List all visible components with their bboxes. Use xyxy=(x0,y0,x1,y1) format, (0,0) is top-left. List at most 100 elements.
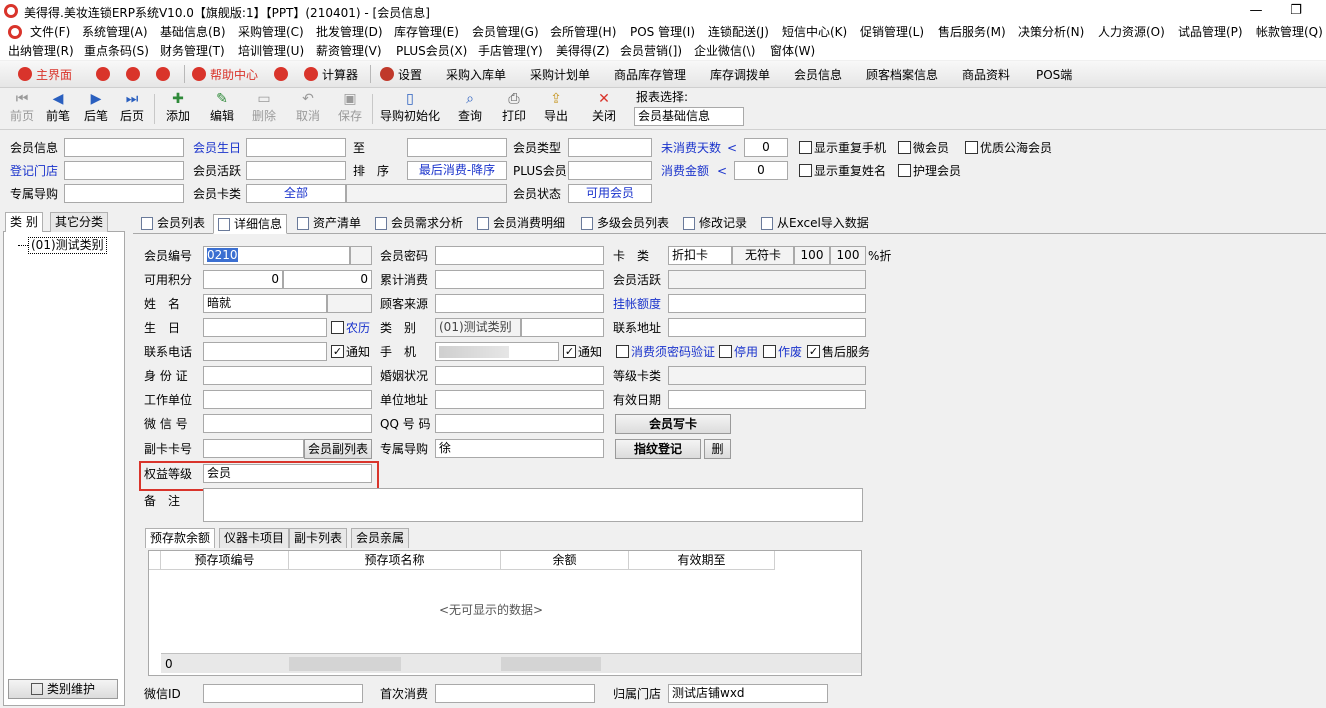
menu-marketing[interactable]: 会员营销(]) xyxy=(620,42,682,60)
qq-input[interactable] xyxy=(435,414,604,433)
guide-detail-select[interactable]: 徐 xyxy=(435,439,604,458)
menu-promotion[interactable]: 促销管理(L) xyxy=(860,23,924,41)
tab-assets[interactable]: 资产清单 xyxy=(293,214,365,234)
show-dup-name-checkbox[interactable] xyxy=(799,164,812,177)
menu-distribution[interactable]: 连锁配送(J) xyxy=(708,23,769,41)
quality-member-checkbox[interactable] xyxy=(965,141,978,154)
tab-multi-level[interactable]: 多级会员列表 xyxy=(577,214,673,234)
export-button[interactable]: ⇪ 导出 xyxy=(536,90,576,128)
tab-member-list[interactable]: 会员列表 xyxy=(137,214,209,234)
menu-club[interactable]: 会所管理(H) xyxy=(550,23,616,41)
edit-button[interactable]: ✎ 编辑 xyxy=(202,90,242,128)
tab-demand-analysis[interactable]: 会员需求分析 xyxy=(371,214,467,234)
category-maintain-button[interactable]: 类别维护 xyxy=(8,679,118,699)
next-record-button[interactable]: ▶ 后笔 xyxy=(76,90,116,128)
home-house-button[interactable] xyxy=(274,65,292,85)
menu-trial[interactable]: 试品管理(P) xyxy=(1178,23,1243,41)
sub-card-list-button[interactable]: 会员副列表 xyxy=(304,439,372,459)
calculator-button[interactable]: 计算器 xyxy=(304,65,358,85)
mobile-input[interactable] xyxy=(435,342,559,361)
menu-accounts[interactable]: 帐款管理(Q) xyxy=(1256,23,1323,41)
member-no-input[interactable]: 0210 xyxy=(203,246,350,265)
first-page-button[interactable]: ⏮ 前页 xyxy=(2,90,42,128)
card-type-select[interactable]: 全部 xyxy=(246,184,346,203)
disabled-checkbox[interactable] xyxy=(719,345,732,358)
link-member-info[interactable]: 会员信息 xyxy=(794,65,842,85)
tab-excel-import[interactable]: 从Excel导入数据 xyxy=(757,214,873,234)
close-button[interactable]: ✕ 关闭 xyxy=(584,90,624,128)
menu-cashier[interactable]: 出纳管理(R) xyxy=(8,42,74,60)
mobile-notify-checkbox[interactable]: ✓ xyxy=(563,345,576,358)
restore-button[interactable]: ❐ xyxy=(1286,2,1306,20)
print-button[interactable]: ⎙ 打印 xyxy=(494,90,534,128)
menu-purchase[interactable]: 采购管理(C) xyxy=(238,23,304,41)
consume-amount-input[interactable]: 0 xyxy=(734,161,788,180)
grid-header-code[interactable]: 预存项编号 xyxy=(161,551,289,570)
menu-wecom[interactable]: 企业微信(\) xyxy=(694,42,755,60)
menu-member[interactable]: 会员管理(G) xyxy=(472,23,539,41)
lunar-checkbox[interactable] xyxy=(331,321,344,334)
link-purchase-plan[interactable]: 采购计划单 xyxy=(530,65,590,85)
menu-salary[interactable]: 薪资管理(V) xyxy=(316,42,382,60)
register-store-input[interactable] xyxy=(64,161,184,180)
menu-system[interactable]: 系统管理(A) xyxy=(82,23,148,41)
member-info-input[interactable] xyxy=(64,138,184,157)
sub-card-input[interactable] xyxy=(203,439,304,458)
menu-sms[interactable]: 短信中心(K) xyxy=(782,23,847,41)
link-product[interactable]: 商品资料 xyxy=(962,65,1010,85)
tab-detail[interactable]: 详细信息 xyxy=(213,214,288,234)
location-button[interactable] xyxy=(156,65,174,85)
menu-decision[interactable]: 决策分析(N) xyxy=(1018,23,1084,41)
tab-change-log[interactable]: 修改记录 xyxy=(679,214,751,234)
help-center-button[interactable]: 帮助中心 xyxy=(192,65,258,85)
last-page-button[interactable]: ⏭ 后页 xyxy=(112,90,152,128)
menu-hr[interactable]: 人力资源(O) xyxy=(1098,23,1165,41)
first-consume-input[interactable] xyxy=(435,684,595,703)
pwd-verify-checkbox[interactable] xyxy=(616,345,629,358)
card-class-select[interactable]: 折扣卡 xyxy=(668,246,732,265)
subtab-relatives[interactable]: 会员亲属 xyxy=(351,528,410,548)
id-card-input[interactable] xyxy=(203,366,372,385)
prepaid-grid[interactable]: 预存项编号 预存项名称 余额 有效期至 <无可显示的数据> 0 xyxy=(148,550,862,676)
menu-basic-info[interactable]: 基础信息(B) xyxy=(160,23,226,41)
grid-header-name[interactable]: 预存项名称 xyxy=(289,551,501,570)
menu-after-sale[interactable]: 售后服务(M) xyxy=(938,23,1006,41)
work-unit-input[interactable] xyxy=(203,390,372,409)
show-dup-phone-checkbox[interactable] xyxy=(799,141,812,154)
name-input[interactable]: 暗就 xyxy=(203,294,327,313)
exclusive-guide-input[interactable] xyxy=(64,184,184,203)
subtab-prepaid[interactable]: 预存款余额 xyxy=(145,528,216,548)
chat-button[interactable] xyxy=(126,65,144,85)
remark-textarea[interactable] xyxy=(203,488,863,522)
menu-window[interactable]: 窗体(W) xyxy=(770,42,815,60)
subtab-instrument[interactable]: 仪器卡项目 xyxy=(219,528,290,548)
link-pos[interactable]: POS端 xyxy=(1036,65,1072,85)
link-purchase-in[interactable]: 采购入库单 xyxy=(446,65,506,85)
marriage-select[interactable] xyxy=(435,366,604,385)
link-stock-manage[interactable]: 商品库存管理 xyxy=(614,65,686,85)
home-store-input[interactable]: 测试店铺wxd xyxy=(668,684,828,703)
member-status-select[interactable]: 可用会员 xyxy=(568,184,652,203)
fingerprint-delete-button[interactable]: 删 xyxy=(704,439,731,459)
plus-member-select[interactable] xyxy=(568,161,652,180)
write-card-button[interactable]: 会员写卡 xyxy=(615,414,731,434)
birthday-input[interactable] xyxy=(203,318,327,337)
points-input-1[interactable]: 0 xyxy=(203,270,283,289)
query-button[interactable]: ⌕ 查询 xyxy=(450,90,490,128)
phone-notify-checkbox[interactable]: ✓ xyxy=(331,345,344,358)
no-consume-days-input[interactable]: 0 xyxy=(744,138,788,157)
menu-meidede[interactable]: 美得得(Z) xyxy=(556,42,610,60)
menu-file[interactable]: 文件(F) xyxy=(30,23,70,41)
guide-init-button[interactable]: ▯ 导购初始化 xyxy=(380,90,440,128)
birthday-to-input[interactable] xyxy=(407,138,507,157)
sort-select[interactable]: 最后消费-降序 xyxy=(407,161,507,180)
total-consume-input[interactable] xyxy=(435,270,604,289)
system-menu-icon[interactable] xyxy=(8,25,22,39)
wechat-id-input[interactable] xyxy=(203,684,363,703)
address-input[interactable] xyxy=(668,318,866,337)
save-button[interactable]: ▣ 保存 xyxy=(330,90,370,128)
tab-category[interactable]: 类 别 xyxy=(5,212,43,232)
link-transfer[interactable]: 库存调拨单 xyxy=(710,65,770,85)
phone-input[interactable] xyxy=(203,342,327,361)
fingerprint-button[interactable]: 指纹登记 xyxy=(615,439,701,459)
